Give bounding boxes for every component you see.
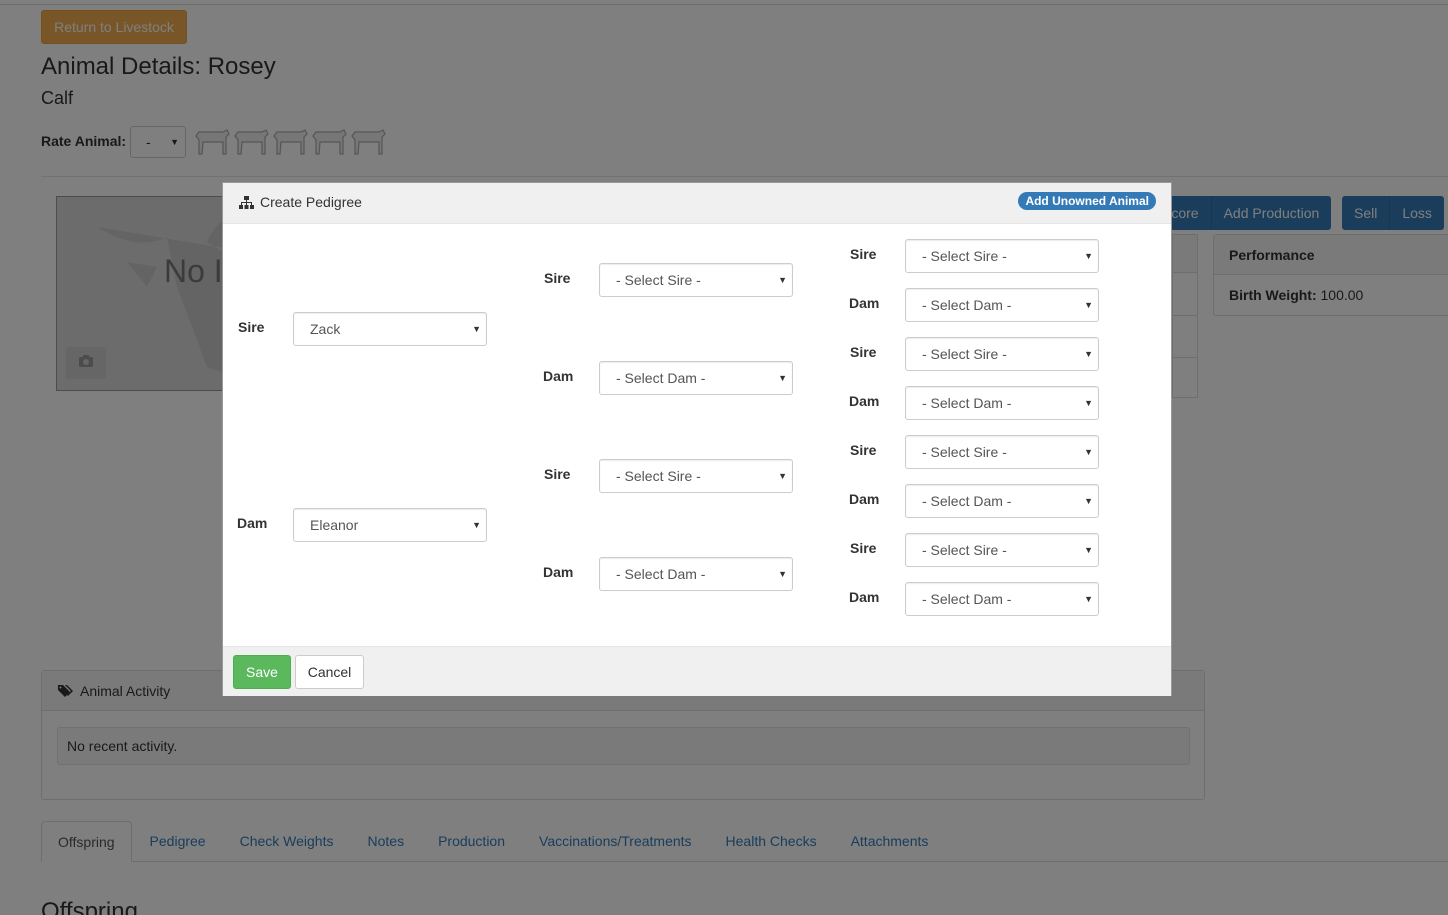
ggp-value-2: - Select Dam - <box>922 297 1012 313</box>
sire-dam-select[interactable]: - Select Dam - ▼ <box>599 361 793 395</box>
ggp-dam-select-2[interactable]: - Select Dam - ▼ <box>905 386 1099 420</box>
modal-header: Create Pedigree Add Unowned Animal <box>223 183 1171 224</box>
ggp-value-4: - Select Dam - <box>922 395 1012 411</box>
chevron-down-icon: ▼ <box>1084 594 1093 604</box>
dam-label: Dam <box>237 515 268 531</box>
cancel-button[interactable]: Cancel <box>295 655 364 689</box>
chevron-down-icon: ▼ <box>472 520 481 530</box>
sire-sire-label: Sire <box>544 270 571 286</box>
dam-select[interactable]: Eleanor ▼ <box>293 508 487 542</box>
ggp-value-3: - Select Sire - <box>922 346 1007 362</box>
pedigree-form: Sire Zack ▼ Dam Eleanor ▼ Sire - Select Si… <box>223 224 1171 646</box>
dam-select-value: Eleanor <box>310 517 359 533</box>
chevron-down-icon: ▼ <box>1084 447 1093 457</box>
sitemap-icon <box>239 195 254 209</box>
ggp-sire-label-2: Sire <box>850 344 877 360</box>
sire-sire-select[interactable]: - Select Sire - ▼ <box>599 263 793 297</box>
sire-label: Sire <box>238 319 265 335</box>
chevron-down-icon: ▼ <box>1084 496 1093 506</box>
modal-title: Create Pedigree <box>239 194 362 210</box>
sire-select-value: Zack <box>310 321 341 337</box>
ggp-sire-label-1: Sire <box>850 246 877 262</box>
chevron-down-icon: ▼ <box>1084 251 1093 261</box>
ggp-value-6: - Select Dam - <box>922 493 1012 509</box>
ggp-dam-select-4[interactable]: - Select Dam - ▼ <box>905 582 1099 616</box>
ggp-dam-select-1[interactable]: - Select Dam - ▼ <box>905 288 1099 322</box>
sire-select[interactable]: Zack ▼ <box>293 312 487 346</box>
ggp-dam-select-3[interactable]: - Select Dam - ▼ <box>905 484 1099 518</box>
dam-dam-label: Dam <box>543 564 574 580</box>
chevron-down-icon: ▼ <box>778 471 787 481</box>
ggp-dam-label-2: Dam <box>849 393 880 409</box>
ggp-value-7: - Select Sire - <box>922 542 1007 558</box>
ggp-dam-label-1: Dam <box>849 295 880 311</box>
chevron-down-icon: ▼ <box>778 569 787 579</box>
chevron-down-icon: ▼ <box>1084 300 1093 310</box>
create-pedigree-modal: Create Pedigree Add Unowned Animal Sire … <box>222 182 1172 696</box>
modal-title-text: Create Pedigree <box>260 194 362 210</box>
dam-sire-select[interactable]: - Select Sire - ▼ <box>599 459 793 493</box>
dam-dam-select[interactable]: - Select Dam - ▼ <box>599 557 793 591</box>
dam-sire-value: - Select Sire - <box>616 468 701 484</box>
ggp-sire-select-2[interactable]: - Select Sire - ▼ <box>905 337 1099 371</box>
ggp-value-8: - Select Dam - <box>922 591 1012 607</box>
add-unowned-animal-button[interactable]: Add Unowned Animal <box>1018 192 1156 210</box>
chevron-down-icon: ▼ <box>1084 349 1093 359</box>
save-button[interactable]: Save <box>233 655 291 689</box>
chevron-down-icon: ▼ <box>1084 398 1093 408</box>
ggp-dam-label-4: Dam <box>849 589 880 605</box>
sire-dam-label: Dam <box>543 368 574 384</box>
ggp-sire-select-3[interactable]: - Select Sire - ▼ <box>905 435 1099 469</box>
sire-dam-value: - Select Dam - <box>616 370 706 386</box>
modal-footer: Save Cancel <box>223 646 1171 696</box>
dam-sire-label: Sire <box>544 466 571 482</box>
ggp-value-1: - Select Sire - <box>922 248 1007 264</box>
ggp-sire-select-4[interactable]: - Select Sire - ▼ <box>905 533 1099 567</box>
ggp-dam-label-3: Dam <box>849 491 880 507</box>
ggp-sire-select-1[interactable]: - Select Sire - ▼ <box>905 239 1099 273</box>
dam-dam-value: - Select Dam - <box>616 566 706 582</box>
ggp-sire-label-3: Sire <box>850 442 877 458</box>
chevron-down-icon: ▼ <box>778 373 787 383</box>
chevron-down-icon: ▼ <box>1084 545 1093 555</box>
ggp-sire-label-4: Sire <box>850 540 877 556</box>
sire-sire-value: - Select Sire - <box>616 272 701 288</box>
ggp-value-5: - Select Sire - <box>922 444 1007 460</box>
chevron-down-icon: ▼ <box>778 275 787 285</box>
chevron-down-icon: ▼ <box>472 324 481 334</box>
